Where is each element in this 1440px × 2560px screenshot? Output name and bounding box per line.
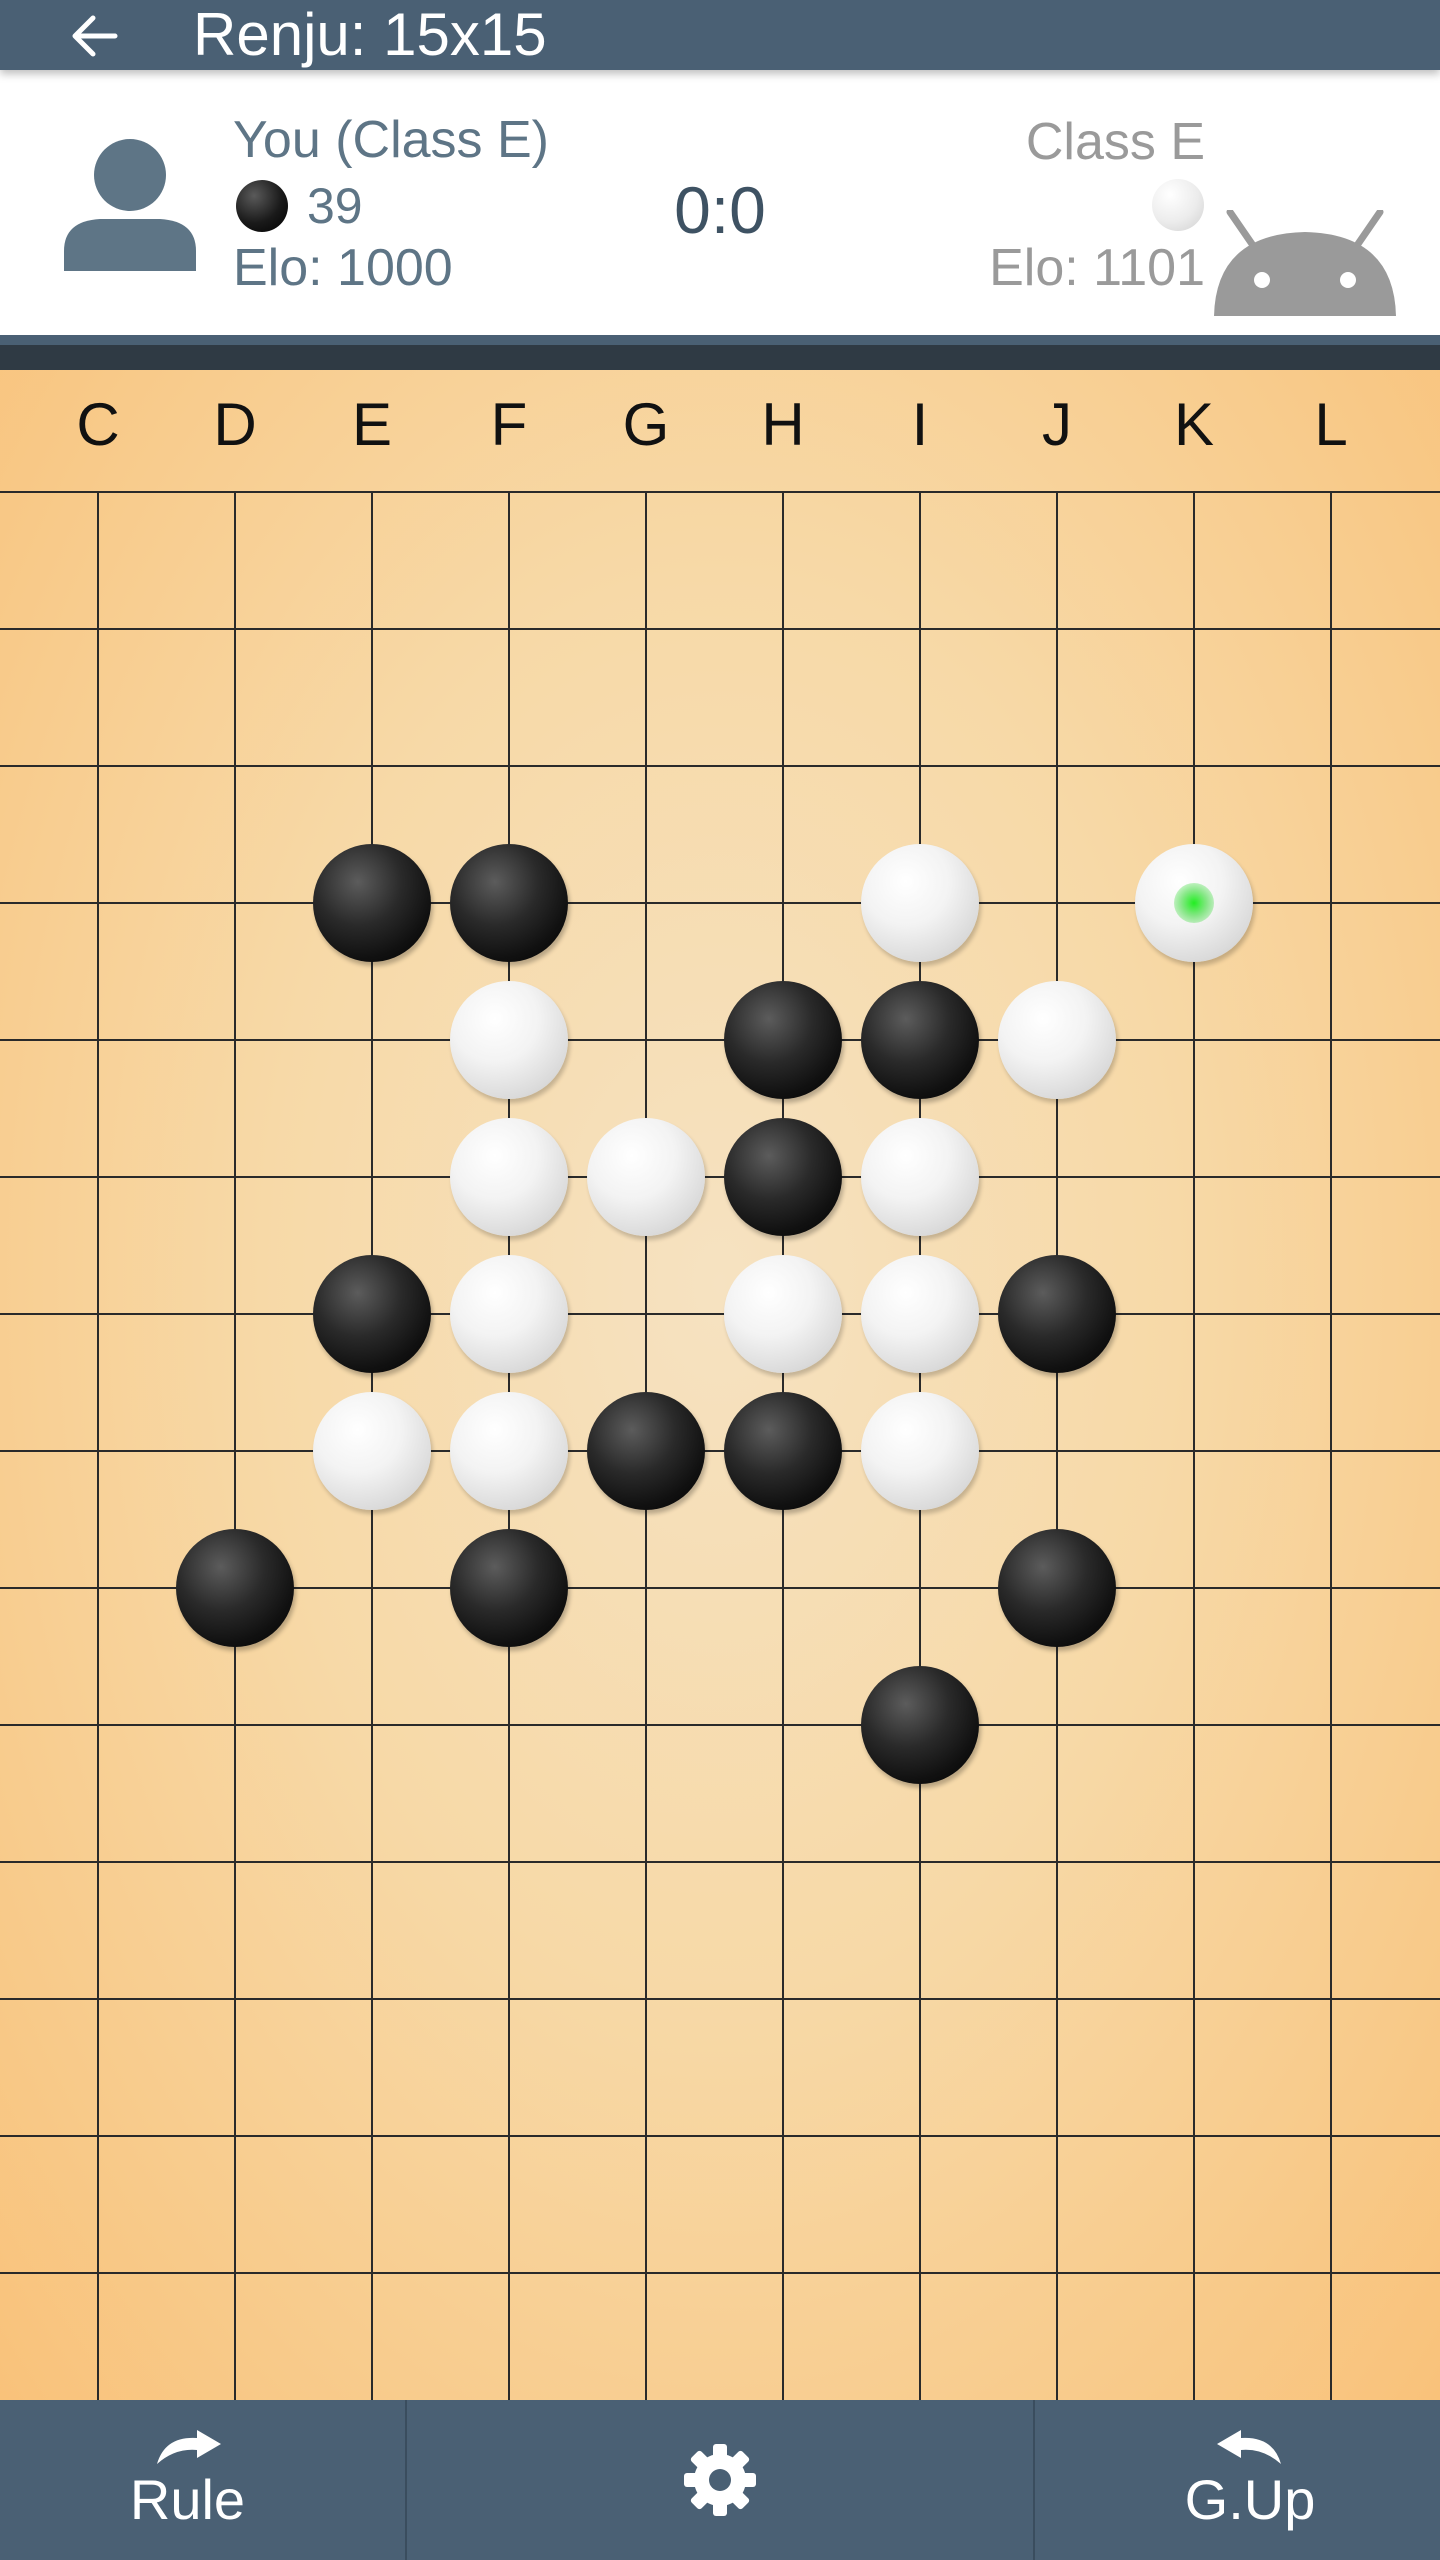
black-stone: [450, 844, 568, 962]
black-stone: [587, 1392, 705, 1510]
opponent-elo: Elo: 1101: [989, 239, 1205, 297]
undo-icon: [1217, 2430, 1281, 2464]
bottom-bar: Rule G.Up: [0, 2400, 1440, 2560]
bottom-bar-separator: [1033, 2400, 1035, 2560]
black-stone: [998, 1529, 1116, 1647]
rule-button[interactable]: Rule: [0, 2400, 375, 2560]
black-stone: [724, 1392, 842, 1510]
white-stone: [450, 1118, 568, 1236]
back-button[interactable]: [60, 8, 130, 64]
arrow-left-icon: [72, 15, 118, 57]
gear-icon: [684, 2444, 756, 2516]
white-stone: [861, 844, 979, 962]
black-stone: [176, 1529, 294, 1647]
white-stone: [861, 1118, 979, 1236]
app-bar: Renju: 15x15: [0, 0, 1440, 70]
white-stone: [861, 1255, 979, 1373]
white-stone: [724, 1255, 842, 1373]
game-board[interactable]: CDEFGHIJKL: [0, 370, 1440, 2400]
panel-divider: [0, 335, 1440, 345]
player-elo: Elo: 1000: [233, 239, 453, 297]
black-stone: [313, 844, 431, 962]
bottom-bar-separator: [405, 2400, 407, 2560]
white-stone: [313, 1392, 431, 1510]
opponent-stone-icon: [1152, 179, 1204, 231]
white-stone: [450, 1255, 568, 1373]
player-panel: You (Class E) 39 Elo: 1000 0:0 Class E E…: [0, 70, 1440, 335]
player-stone-count: 39: [307, 178, 363, 234]
settings-button[interactable]: [620, 2400, 820, 2560]
black-stone: [861, 1666, 979, 1784]
android-avatar-icon: [1214, 210, 1396, 316]
black-stone: [998, 1255, 1116, 1373]
white-stone: [861, 1392, 979, 1510]
redo-icon: [156, 2430, 221, 2464]
player-name: You (Class E): [233, 111, 549, 169]
give-up-button[interactable]: G.Up: [1060, 2400, 1440, 2560]
board-grid: [0, 491, 1440, 2400]
black-stone: [861, 981, 979, 1099]
opponent-name: Class E: [1025, 113, 1205, 171]
page-title: Renju: 15x15: [193, 1, 547, 68]
give-up-label: G.Up: [1184, 2468, 1316, 2531]
black-stone: [313, 1255, 431, 1373]
last-move-marker: [1174, 883, 1214, 923]
player-stone-icon: [236, 180, 288, 232]
score: 0:0: [674, 173, 766, 247]
white-stone: [450, 981, 568, 1099]
black-stone: [724, 1118, 842, 1236]
white-stone: [450, 1392, 568, 1510]
user-avatar-icon: [64, 139, 196, 271]
white-stone: [998, 981, 1116, 1099]
panel-divider-dark: [0, 345, 1440, 370]
white-stone: [587, 1118, 705, 1236]
white-stone: [1135, 844, 1253, 962]
rule-label: Rule: [129, 2468, 246, 2531]
black-stone: [724, 981, 842, 1099]
black-stone: [450, 1529, 568, 1647]
